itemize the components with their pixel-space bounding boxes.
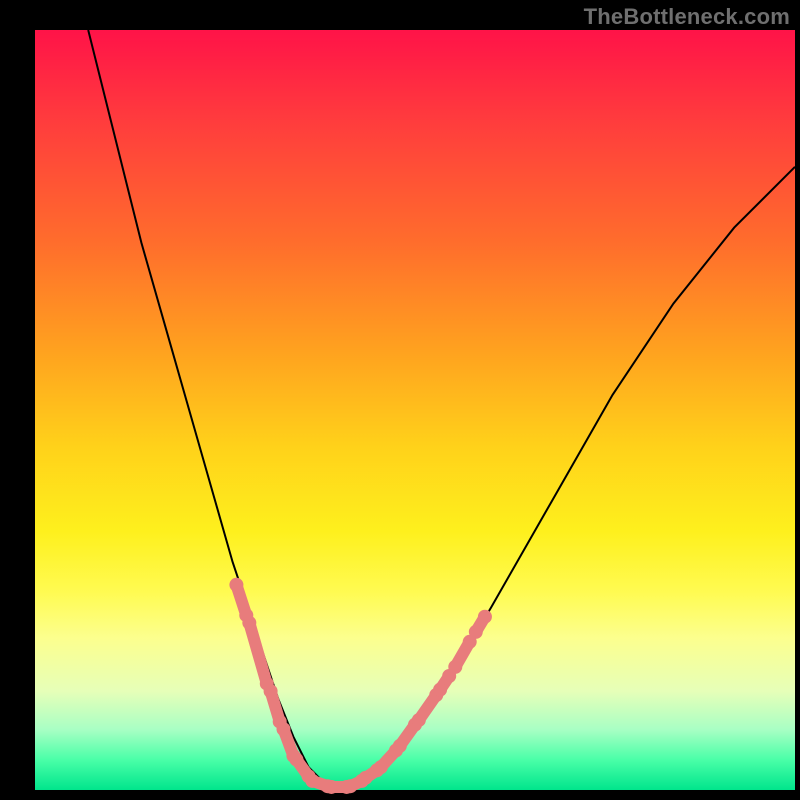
bottleneck-curve	[88, 30, 795, 790]
curve-svg	[35, 30, 795, 790]
ruler-dot	[289, 753, 303, 767]
ruler-dot	[469, 625, 483, 639]
ruler-dot	[412, 713, 426, 727]
ruler-dot	[305, 774, 319, 788]
ruler-dot	[277, 722, 291, 736]
ruler-dot	[478, 610, 492, 624]
ruler-dot	[324, 780, 338, 794]
ruler-marks	[229, 578, 492, 794]
ruler-dot	[359, 771, 373, 785]
ruler-dot	[448, 660, 462, 674]
ruler-dot	[229, 578, 243, 592]
ruler-segment	[249, 623, 266, 684]
ruler-dot	[264, 684, 278, 698]
watermark-text: TheBottleneck.com	[584, 4, 790, 30]
chart-frame: TheBottleneck.com	[0, 0, 800, 800]
ruler-dot	[393, 739, 407, 753]
ruler-dot	[374, 760, 388, 774]
plot-area	[35, 30, 795, 790]
ruler-dot	[242, 616, 256, 630]
ruler-dot	[433, 683, 447, 697]
